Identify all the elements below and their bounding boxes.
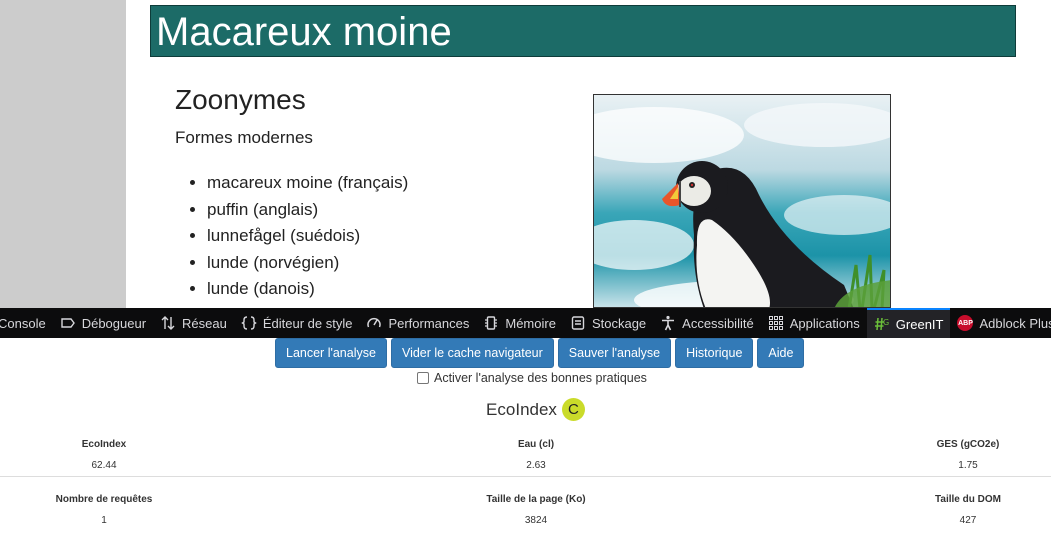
puffin-illustration [594,95,890,307]
greenit-icon: G [874,316,890,332]
section-subheading: Formes modernes [175,128,313,147]
run-analysis-button[interactable]: Lancer l'analyse [275,338,387,368]
tab-label: Adblock Plus [979,315,1051,331]
metric-value-ecoindex: 62.44 [91,460,117,471]
metrics-divider [0,476,1051,477]
page-title: Macareux moine [156,10,452,54]
tab-label: Réseau [182,315,227,331]
ecoindex-title: EcoIndex [486,399,557,419]
accessibility-icon [660,315,676,331]
ecoindex-grade-badge: C [561,398,585,421]
tab-label: Débogueur [81,315,147,331]
devtools-toolbar: Console Débogueur Réseau Éditeur de styl… [0,308,1051,338]
tab-applications[interactable]: Applications [761,308,867,338]
svg-text:G: G [883,318,889,327]
tab-debugger[interactable]: Débogueur [53,308,153,338]
puffin-photo [593,94,891,308]
ecoindex-header: EcoIndex C [0,398,1051,421]
adblock-plus-icon: ABP [957,315,974,331]
metric-value-requests: 1 [101,515,107,526]
network-icon [160,315,176,331]
metric-label-water: Eau (cl) [517,439,555,450]
tab-label: Console [0,315,46,331]
tab-label: Accessibilité [682,315,754,331]
names-list: macareux moine (français) puffin (anglai… [175,170,408,303]
tab-accessibility[interactable]: Accessibilité [653,308,761,338]
metric-value-dom-size: 427 [959,515,977,526]
web-page: Macareux moine Zoonymes Formes modernes … [0,0,1051,308]
metric-label-requests: Nombre de requêtes [55,494,153,505]
tab-console[interactable]: Console [0,308,53,338]
metric-label-page-size: Taille de la page (Ko) [486,494,586,505]
metric-label-dom-size: Taille du DOM [935,494,1001,505]
metric-label-ghg: GES (gCO2e) [936,439,1000,450]
list-item: lunde (norvégien) [207,250,408,277]
tab-label: Performances [388,315,470,331]
tab-label: Éditeur de style [262,315,353,331]
tab-network[interactable]: Réseau [153,308,234,338]
metric-value-water: 2.63 [526,460,546,471]
metric-value-page-size: 3824 [524,515,548,526]
metric-value-ghg: 1.75 [958,460,978,471]
list-item: lunde (danois) [207,276,408,303]
help-button[interactable]: Aide [757,338,805,368]
best-practices-toggle[interactable]: Activer l'analyse des bonnes pratiques [417,371,647,385]
memory-icon [483,315,499,331]
tab-adblock-plus[interactable]: ABP Adblock Plus [950,308,1051,338]
clear-cache-button[interactable]: Vider le cache navigateur [390,338,554,368]
save-analysis-button[interactable]: Sauver l'analyse [557,338,672,368]
tab-label: Applications [789,315,860,331]
performance-icon [366,315,382,331]
tab-label: Mémoire [505,315,556,331]
history-button[interactable]: Historique [675,338,754,368]
tab-label: Stockage [591,315,647,331]
greenit-panel: Lancer l'analyse Vider le cache navigate… [0,338,1051,550]
applications-icon [768,315,784,331]
tab-label: GreenIT [895,316,944,332]
page-title-bar: Macareux moine [150,5,1016,57]
page-gutter [0,0,126,308]
tab-style-editor[interactable]: Éditeur de style [234,308,360,338]
storage-icon [570,315,586,331]
tab-storage[interactable]: Stockage [563,308,653,338]
style-editor-icon [241,315,257,331]
best-practices-checkbox[interactable] [417,372,429,384]
tab-greenit[interactable]: G GreenIT [866,308,951,338]
list-item: puffin (anglais) [207,197,408,224]
tab-performance[interactable]: Performances [359,308,476,338]
list-item: macareux moine (français) [207,170,408,197]
best-practices-label: Activer l'analyse des bonnes pratiques [434,371,647,385]
section-heading: Zoonymes [175,84,306,115]
action-buttons: Lancer l'analyse Vider le cache navigate… [275,338,805,368]
debugger-icon [60,315,76,331]
list-item: lunnefågel (suédois) [207,223,408,250]
metric-label-ecoindex: EcoIndex [81,439,127,450]
tab-memory[interactable]: Mémoire [476,308,563,338]
